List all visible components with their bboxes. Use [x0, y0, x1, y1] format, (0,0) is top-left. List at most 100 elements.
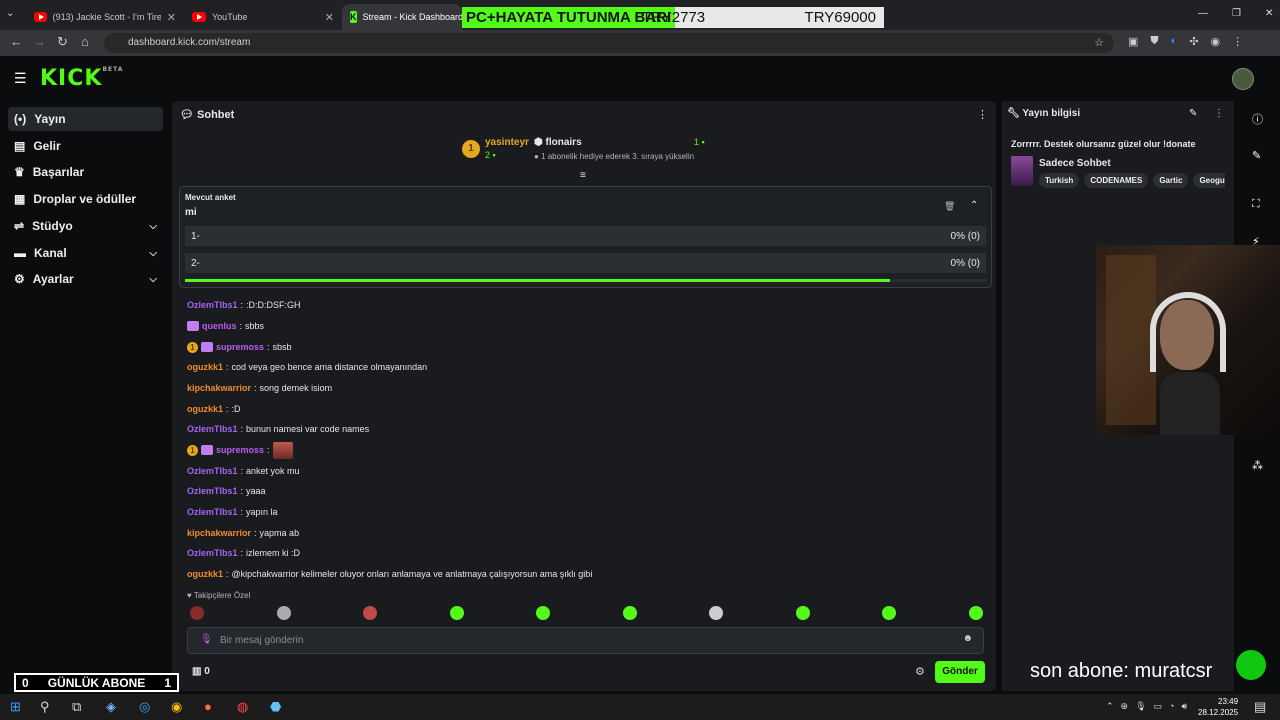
emote-shortcut-icon[interactable] [795, 606, 810, 620]
chat-username[interactable]: OzlemTlbs1 [187, 466, 238, 476]
firefox-icon[interactable]: ● [204, 699, 212, 714]
emoji-icon[interactable]: ☻ [962, 633, 973, 644]
emote-shortcut-icon[interactable] [190, 606, 204, 620]
sidebar-item-kanal[interactable]: ▬ Kanal ⌵ [8, 241, 163, 265]
chat-username[interactable]: kipchakwarrior [187, 383, 251, 393]
reload-icon[interactable]: ↻ [57, 34, 68, 50]
chat-username[interactable]: kipchakwarrior [187, 528, 251, 538]
tray-chevron-icon[interactable]: ⌃ [1106, 701, 1114, 712]
tag[interactable]: Turkish [1039, 173, 1080, 188]
edit-pencil-icon[interactable]: ✎ [1189, 108, 1197, 119]
poll-option[interactable]: 1- 0% (0) [185, 226, 986, 246]
chat-username[interactable]: OzlemTlbs1 [187, 507, 238, 517]
sidebar-item-gelir[interactable]: ▤ Gelir [8, 134, 163, 158]
user-avatar[interactable] [1232, 68, 1254, 90]
chat-message[interactable]: quenlus: sbbs [187, 319, 264, 333]
chat-message[interactable]: OzlemTlbs1: bunun namesi var code names [187, 422, 369, 436]
kick-logo[interactable]: KICKBETA [40, 66, 123, 91]
chat-message[interactable]: OzlemTlbs1: anket yok mu [187, 464, 300, 478]
close-window-icon[interactable]: ✕ [1265, 8, 1273, 19]
chrome-icon[interactable]: ◉ [171, 699, 182, 715]
chat-settings-icon[interactable]: ⚙ [915, 665, 925, 678]
close-icon[interactable]: ✕ [325, 11, 334, 24]
maximize-icon[interactable]: ❐ [1232, 8, 1241, 19]
channel-points[interactable]: ▥ 0 [192, 666, 210, 677]
emote-shortcut-icon[interactable] [449, 606, 464, 620]
obs-icon[interactable]: ◍ [237, 699, 248, 715]
tab-youtube-music[interactable]: (913) Jackie Scott - I'm Tired - Y ✕ [26, 4, 184, 30]
tag[interactable]: Gartic [1153, 173, 1189, 188]
back-icon[interactable]: ← [10, 34, 23, 49]
chat-message[interactable]: oguzkk1: @kipchakwarrior kelimeler oluyor… [187, 567, 592, 581]
extension-icon[interactable]: ◐ [1171, 35, 1178, 48]
chevron-up-icon[interactable]: ⌃ [970, 200, 978, 211]
info-menu-icon[interactable]: ⋮ [1214, 108, 1224, 119]
puzzle-icon[interactable]: ✣ [1189, 35, 1198, 48]
tab-kick-dashboard[interactable]: K Stream - Kick Dashboard [342, 4, 463, 30]
tab-search-icon[interactable]: ⌄ [6, 8, 14, 19]
chat-message[interactable]: 1 supremoss: [187, 441, 296, 459]
poll-option[interactable]: 2- 0% (0) [185, 253, 986, 273]
microphone-icon[interactable]: 🎙︎ [200, 634, 213, 645]
tag[interactable]: CODENAMES [1084, 173, 1149, 188]
forward-icon[interactable]: → [33, 34, 46, 49]
hamburger-menu-icon[interactable]: ☰ [14, 70, 27, 87]
shield-icon[interactable]: ⛊ [1150, 35, 1158, 48]
emote-shortcut-icon[interactable] [276, 606, 291, 620]
sidebar-item-yayin[interactable]: (•) Yayın [8, 107, 163, 131]
task-view-icon[interactable]: ⧉ [72, 699, 81, 715]
speaker-icon[interactable]: 🔊︎ [1181, 701, 1187, 712]
chat-username[interactable]: OzlemTlbs1 [187, 486, 238, 496]
chat-message[interactable]: OzlemTlbs1: yapın la [187, 505, 278, 519]
profile-icon[interactable]: ◉ [1211, 35, 1221, 48]
taskbar-clock[interactable]: 23:49 28.12.2025 [1198, 696, 1238, 718]
chat-message[interactable]: OzlemTlbs1: yaaa [187, 484, 266, 498]
edge-icon[interactable]: ◎ [139, 699, 150, 715]
trash-icon[interactable]: 🗑︎ [944, 201, 955, 212]
chat-message[interactable]: OzlemTlbs1: izlemem ki :D [187, 546, 300, 560]
info-icon[interactable]: ⓘ [1252, 111, 1263, 127]
chat-message[interactable]: 1 supremoss: sbsb [187, 340, 292, 354]
apps-icon[interactable]: ⁂ [1252, 459, 1263, 472]
category-name[interactable]: Sadece Sohbet [1039, 158, 1111, 169]
emote-shortcut-icon[interactable] [968, 606, 983, 620]
home-icon[interactable]: ⌂ [81, 34, 89, 49]
chat-username[interactable]: supremoss [216, 342, 264, 352]
chat-message-input[interactable]: 🎙︎ Bir mesaj gönderin ☻ [187, 627, 984, 654]
notification-icon[interactable]: ▤ [1254, 699, 1266, 715]
sidebar-item-basarilar[interactable]: ♛ Başarılar [8, 160, 163, 184]
chat-message[interactable]: OzlemTlbs1::D:D:DSF:GH [187, 298, 301, 312]
support-chat-button[interactable] [1236, 650, 1266, 680]
chat-username[interactable]: OzlemTlbs1 [187, 300, 238, 310]
chat-menu-icon[interactable]: ⋮ [977, 108, 988, 121]
sidebar-item-ayarlar[interactable]: ⚙ Ayarlar ⌵ [8, 267, 163, 291]
address-bar[interactable]: dashboard.kick.com/stream ☆ [104, 33, 1114, 53]
chat-username[interactable]: oguzkk1 [187, 569, 223, 579]
emote-shortcut-icon[interactable] [363, 606, 377, 620]
emote-shortcut-icon[interactable] [622, 606, 637, 620]
leader-first-user[interactable]: yasinteyr [485, 137, 529, 148]
pencil-icon[interactable]: ✎ [1252, 149, 1261, 162]
network-icon[interactable]: ▭ [1154, 701, 1163, 712]
close-icon[interactable]: ✕ [167, 11, 176, 24]
tab-youtube[interactable]: YouTube ✕ [184, 4, 342, 30]
copilot-icon[interactable]: ◈ [106, 699, 116, 715]
chat-message[interactable]: oguzkk1::D [187, 402, 241, 416]
cast-icon[interactable]: ▣ [1128, 35, 1138, 48]
chat-message[interactable]: oguzkk1: cod veya geo bence ama distance … [187, 360, 427, 374]
minimize-icon[interactable]: — [1198, 8, 1208, 19]
tag[interactable]: Geogue [1193, 173, 1225, 188]
taskbar-search-icon[interactable]: ⚲ [40, 699, 50, 715]
chat-message[interactable]: kipchakwarrior: song demek isiom [187, 381, 332, 395]
mic-icon[interactable]: 🎙︎ [1135, 701, 1146, 712]
chat-username[interactable]: quenlus [202, 321, 237, 331]
pin-toggle-icon[interactable]: ≡ [580, 170, 586, 181]
emote-shortcut-icon[interactable] [709, 606, 723, 620]
chat-username[interactable]: oguzkk1 [187, 362, 223, 372]
chat-username[interactable]: oguzkk1 [187, 404, 223, 414]
chat-username[interactable]: OzlemTlbs1 [187, 548, 238, 558]
chat-username[interactable]: OzlemTlbs1 [187, 424, 238, 434]
steam-icon[interactable]: ⬣ [270, 699, 281, 715]
leader-second-user[interactable]: ⬢ flonairs [534, 137, 582, 148]
sidebar-item-droplar[interactable]: ▦ Droplar ve ödüller [8, 187, 163, 211]
